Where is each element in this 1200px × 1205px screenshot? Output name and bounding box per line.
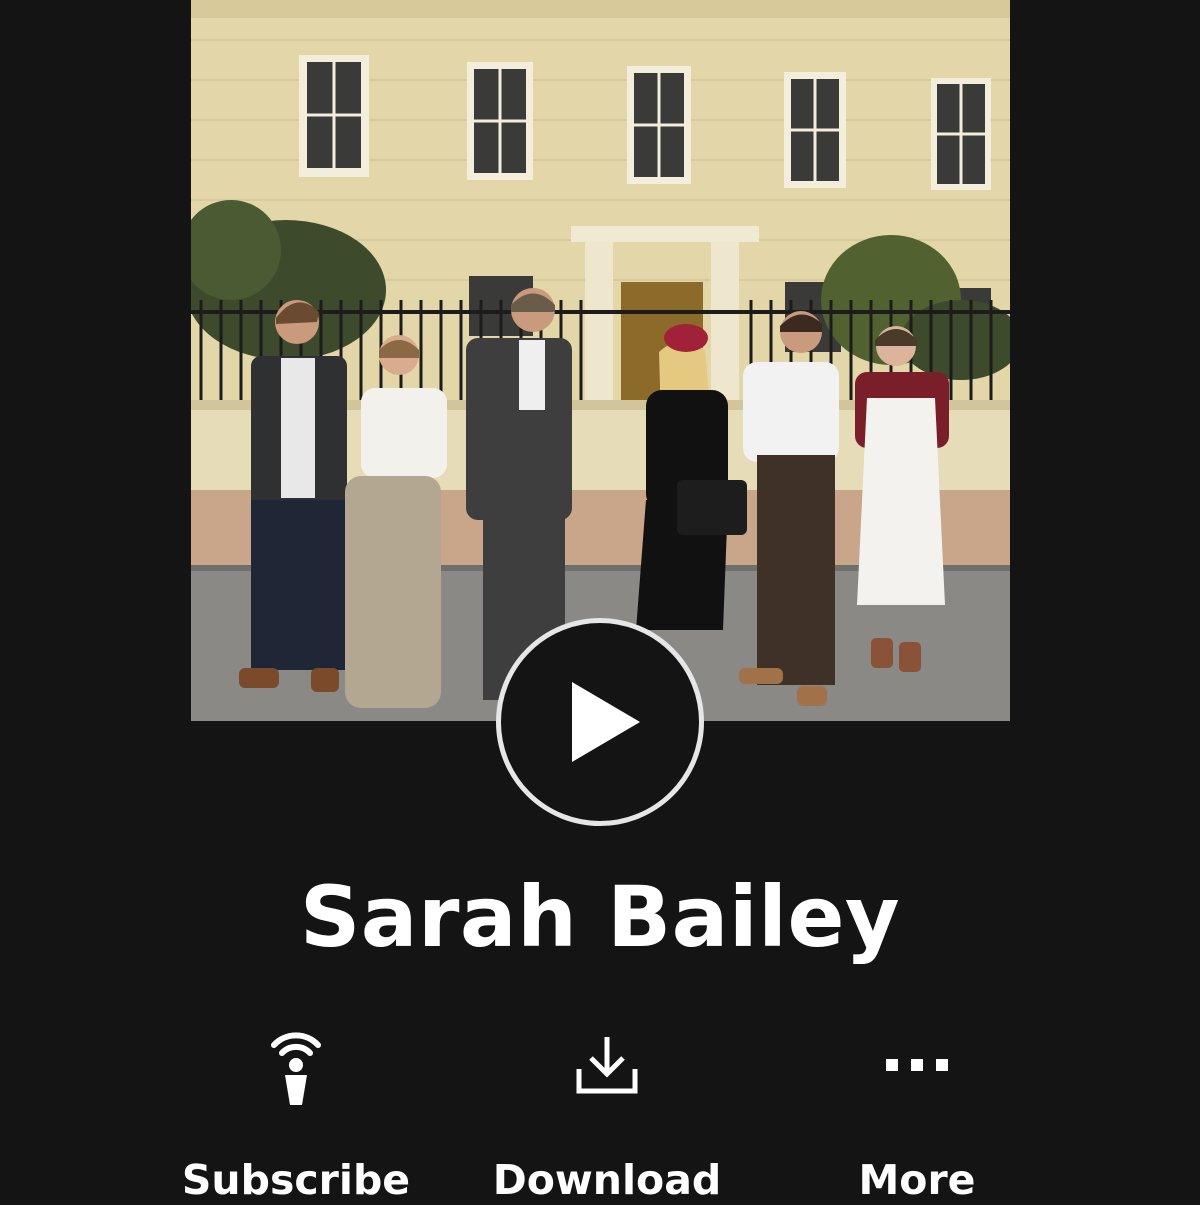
more-dots-icon — [886, 1059, 948, 1071]
download-button[interactable]: Download — [457, 1015, 757, 1204]
more-button[interactable]: More — [767, 1015, 1067, 1204]
episode-artwork — [191, 0, 1010, 721]
subscribe-button[interactable]: Subscribe — [146, 1015, 446, 1204]
play-button[interactable] — [496, 618, 704, 826]
download-icon — [576, 1037, 638, 1094]
download-label: Download — [492, 1156, 722, 1204]
episode-title: Sarah Bailey — [299, 868, 901, 966]
play-icon — [572, 682, 640, 762]
more-label: More — [858, 1156, 976, 1204]
subscribe-label: Subscribe — [181, 1156, 411, 1204]
subscribe-icon — [271, 1032, 321, 1105]
